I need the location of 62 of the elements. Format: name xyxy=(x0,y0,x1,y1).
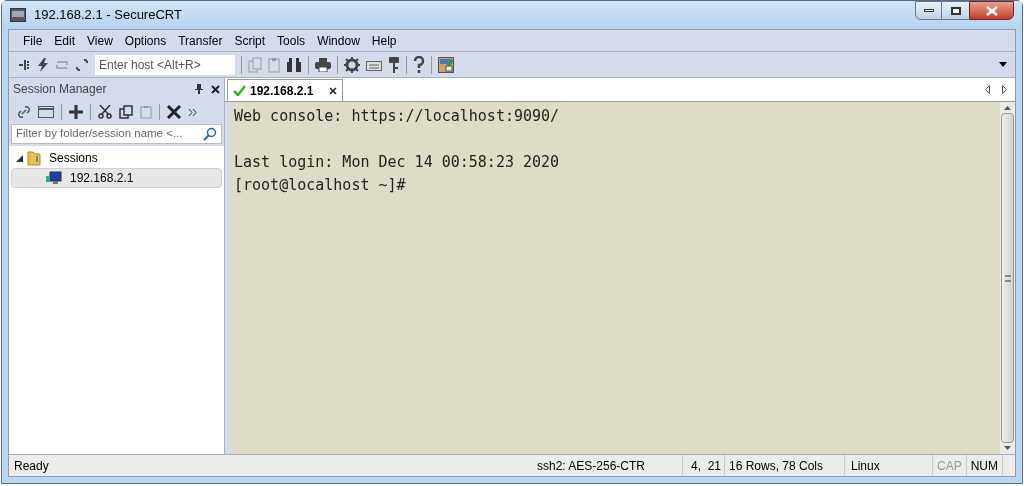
plus-icon[interactable] xyxy=(69,105,83,119)
minimize-button[interactable] xyxy=(915,1,942,20)
lightning-icon[interactable] xyxy=(37,57,49,72)
status-message: Ready xyxy=(13,457,50,475)
menu-item[interactable]: View xyxy=(81,31,119,50)
menu-item[interactable]: Tools xyxy=(271,31,312,50)
menu-item[interactable]: Edit xyxy=(48,31,82,50)
computer-icon xyxy=(46,171,62,185)
key-icon[interactable] xyxy=(388,56,400,73)
menu-item[interactable]: Options xyxy=(118,31,173,50)
copy-icon[interactable] xyxy=(119,105,133,119)
maximize-button[interactable] xyxy=(942,1,969,20)
close-icon[interactable] xyxy=(329,86,338,95)
tree-item[interactable]: 192.168.2.1 xyxy=(11,168,222,188)
overflow-icon[interactable] xyxy=(188,108,197,116)
search-icon[interactable] xyxy=(203,127,217,141)
terminal-screen[interactable]: Web console: https://localhost:9090/ Last login: Mon Dec 14 00:58:23 2020 [root@localhost ~]# xyxy=(231,102,1000,454)
print-icon[interactable] xyxy=(315,57,331,72)
close-button[interactable] xyxy=(969,1,1014,20)
session-tab[interactable]: 192.168.2.1 xyxy=(227,79,344,101)
scrollbar-thumb[interactable] xyxy=(1001,113,1014,443)
app-icon xyxy=(10,8,26,22)
terminal-size: 16 Rows, 78 Cols xyxy=(725,455,845,476)
close-icon xyxy=(985,5,998,16)
close-icon[interactable] xyxy=(211,84,220,94)
scroll-right-icon[interactable] xyxy=(1002,85,1007,94)
cipher-status: ssh2: AES-256-CTR xyxy=(533,455,683,476)
grip-icon xyxy=(1004,274,1011,282)
connect-icon[interactable] xyxy=(17,57,31,72)
cursor-position: 4, 21 xyxy=(683,455,725,476)
dropdown-icon[interactable] xyxy=(999,62,1007,67)
menu-item[interactable]: Window xyxy=(311,31,366,50)
settings-icon[interactable] xyxy=(344,56,360,73)
key-indicator: NUM xyxy=(966,455,1003,476)
pin-icon[interactable] xyxy=(195,84,203,94)
terminal-line: Web console: https://localhost:9090/ xyxy=(234,106,561,127)
scissors-icon[interactable] xyxy=(98,105,112,119)
scrollbar[interactable] xyxy=(1000,102,1015,454)
terminal-line: Last login: Mon Dec 14 00:58:23 2020 xyxy=(234,152,561,173)
os-status: Linux xyxy=(845,455,933,476)
delete-icon[interactable] xyxy=(167,105,181,119)
filter-field[interactable]: Filter by folder/session name <... xyxy=(11,124,222,144)
menu-item[interactable]: File xyxy=(17,31,49,50)
tree-item[interactable]: Sessions xyxy=(11,148,222,168)
expanded-caret-icon[interactable] xyxy=(16,154,23,162)
window-title: 192.168.2.1 - SecureCRT xyxy=(34,6,182,25)
menu-item[interactable]: Help xyxy=(365,31,403,50)
scroll-down-icon[interactable] xyxy=(1004,446,1011,450)
keyboard-icon[interactable] xyxy=(366,58,382,71)
scroll-up-icon[interactable] xyxy=(1004,106,1011,110)
host-input-field[interactable]: Enter host <Alt+R> xyxy=(95,54,235,75)
help-icon[interactable] xyxy=(413,55,425,74)
terminal-line: [root@localhost ~]# xyxy=(234,175,407,196)
menu-item[interactable]: Script xyxy=(228,31,272,50)
panel-title: Session Manager xyxy=(13,81,108,98)
secure-file-icon[interactable] xyxy=(438,56,454,73)
window-icon[interactable] xyxy=(38,106,54,118)
check-icon xyxy=(233,85,246,96)
key-indicator: CAP xyxy=(933,455,967,476)
menu-item[interactable]: Transfer xyxy=(172,31,229,50)
folder-icon xyxy=(27,150,41,166)
scroll-left-icon[interactable] xyxy=(985,85,990,94)
